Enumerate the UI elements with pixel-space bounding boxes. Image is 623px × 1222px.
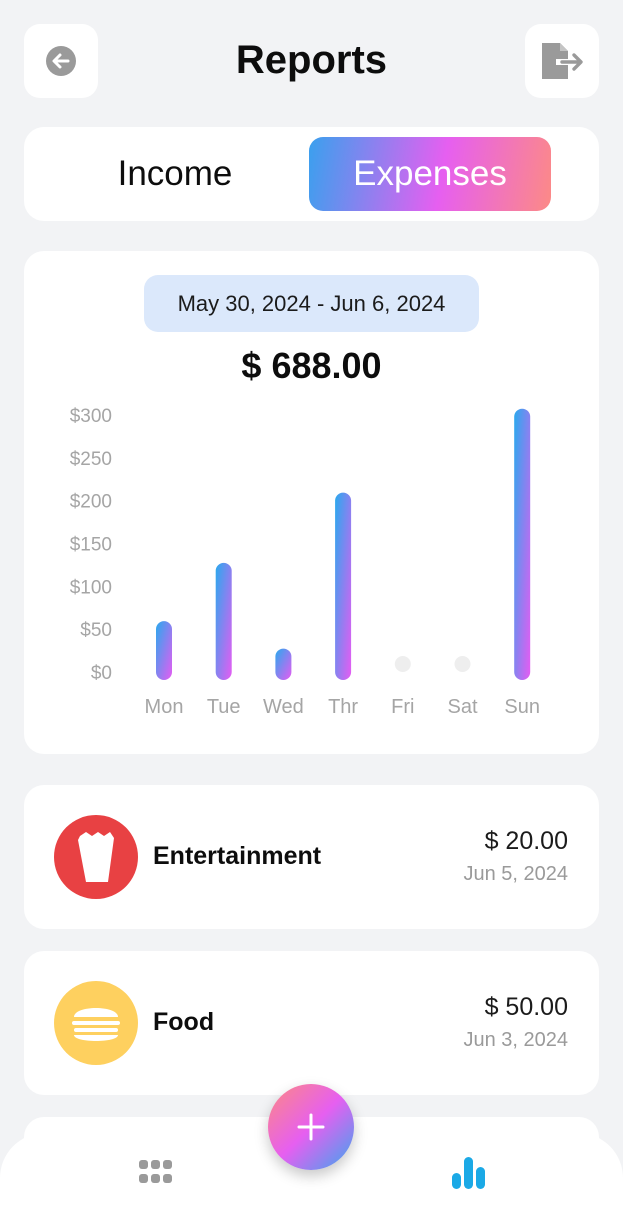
expenses-bar-chart: $300 $250 $200 $150 $100 $50 $0 Mon Tue Wed Thr Fri… (70, 406, 540, 718)
tab-income[interactable]: Income (54, 137, 296, 211)
y-tick-label: $100 (70, 577, 112, 598)
plus-icon (297, 1113, 325, 1141)
nav-grid-button[interactable] (133, 1153, 179, 1193)
popcorn-icon (78, 832, 114, 882)
y-tick-label: $200 (70, 492, 112, 513)
x-tick-label: Fri (391, 696, 414, 718)
chart-bar[interactable] (215, 562, 232, 680)
file-export-icon (542, 43, 583, 79)
chart-bar[interactable] (335, 492, 352, 680)
chart-bar[interactable] (275, 648, 292, 680)
add-transaction-button[interactable] (268, 1084, 354, 1170)
nav-reports-button[interactable] (446, 1153, 492, 1193)
y-tick-label: $150 (70, 535, 112, 556)
category-badge (54, 981, 138, 1065)
y-tick-label: $300 (70, 406, 112, 427)
chart-bar-empty (394, 656, 411, 672)
x-tick-label: Sat (447, 696, 477, 718)
transaction-date: Jun 3, 2024 (463, 1029, 568, 1051)
y-tick-label: $250 (70, 449, 112, 470)
transaction-amount: $ 20.00 (484, 827, 568, 855)
y-tick-label: $50 (80, 620, 112, 641)
x-tick-label: Thr (328, 696, 358, 718)
transaction-date: Jun 5, 2024 (463, 863, 568, 885)
report-type-toggle: Income Expenses (24, 127, 599, 221)
transaction-category: Food (153, 1008, 215, 1036)
header: Reports (24, 24, 599, 98)
chart-bar[interactable] (514, 408, 531, 680)
y-tick-label: $0 (91, 663, 112, 684)
x-tick-label: Sun (504, 696, 540, 718)
x-tick-label: Tue (207, 696, 241, 718)
transaction-item[interactable]: Entertainment $ 20.00 Jun 5, 2024 (24, 785, 599, 929)
page-title: Reports (235, 38, 388, 82)
chart-bar[interactable] (156, 621, 172, 680)
chart-bar-empty (454, 656, 471, 672)
bar-chart-icon (452, 1157, 485, 1189)
x-tick-label: Mon (145, 696, 184, 718)
export-button[interactable] (525, 24, 599, 98)
category-badge (54, 815, 138, 899)
transaction-item[interactable]: Food $ 50.00 Jun 3, 2024 (24, 951, 599, 1095)
burger-icon (72, 1008, 120, 1041)
transaction-category: Entertainment (153, 842, 322, 870)
tab-expenses[interactable]: Expenses (309, 137, 551, 211)
transaction-amount: $ 50.00 (484, 993, 568, 1021)
grid-icon (139, 1160, 172, 1183)
x-tick-label: Wed (263, 696, 304, 718)
chart-card: May 30, 2024 - Jun 6, 2024 $ 688.00 $300… (24, 251, 599, 754)
